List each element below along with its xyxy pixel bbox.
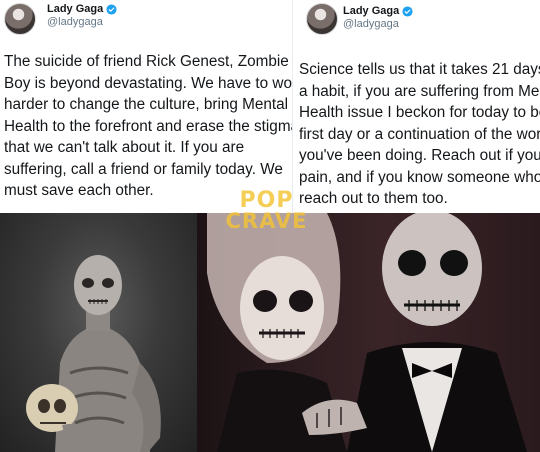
tweet-line: reach out to them too. (299, 190, 448, 207)
watermark-logo: POP CRAVE (224, 188, 309, 235)
handle[interactable]: @ladygaga (343, 18, 399, 30)
watermark-line1: POP (239, 188, 294, 213)
tweet-line: Boy is beyond devastating. We have to wo… (4, 74, 292, 92)
verified-badge-icon (402, 5, 413, 17)
display-name[interactable]: Lady Gaga (47, 3, 103, 15)
author-row: Lady Gaga (343, 5, 413, 17)
display-name[interactable]: Lady Gaga (343, 5, 399, 17)
tweet-text: The suicide of friend Rick Genest, Zombi… (4, 51, 292, 202)
avatar[interactable] (4, 3, 36, 35)
photo-right (197, 213, 540, 452)
couple-illustration (207, 213, 527, 452)
tweet-text: Science tells us that it takes 21 days t… (299, 59, 540, 210)
tweet-line: first day or a continuation of the work (299, 125, 540, 143)
author-row: Lady Gaga (47, 3, 117, 15)
portrait-illustration (26, 255, 161, 452)
tweet-line: Science tells us that it takes 21 days t… (299, 61, 540, 78)
tweet-line: Health to the forefront and erase the st… (4, 117, 292, 135)
tweet-line: that we can't talk about it. If you are (4, 139, 245, 156)
tweet-line: a habit, if you are suffering from Menta (299, 82, 540, 100)
tweet-line: Health issue I beckon for today to be y (299, 104, 540, 121)
verified-badge-icon (106, 3, 117, 15)
tweet-right: Lady Gaga @ladygaga Science tells us tha… (292, 0, 540, 213)
tweet-line: harder to change the culture, bring Ment… (4, 96, 289, 113)
tweet-line: The suicide of friend Rick Genest, Zombi… (4, 53, 289, 70)
avatar[interactable] (306, 3, 338, 35)
tweet-line: pain, and if you know someone who is (299, 168, 540, 186)
tweet-line: suffering, call a friend or family today… (4, 160, 283, 178)
handle[interactable]: @ladygaga (47, 16, 103, 28)
tweet-line: you've been doing. Reach out if you're (299, 147, 540, 164)
watermark-line2: CRAVE (225, 209, 308, 233)
tweet-left: Lady Gaga @ladygaga The suicide of frien… (0, 0, 292, 213)
photo-left (0, 213, 197, 452)
